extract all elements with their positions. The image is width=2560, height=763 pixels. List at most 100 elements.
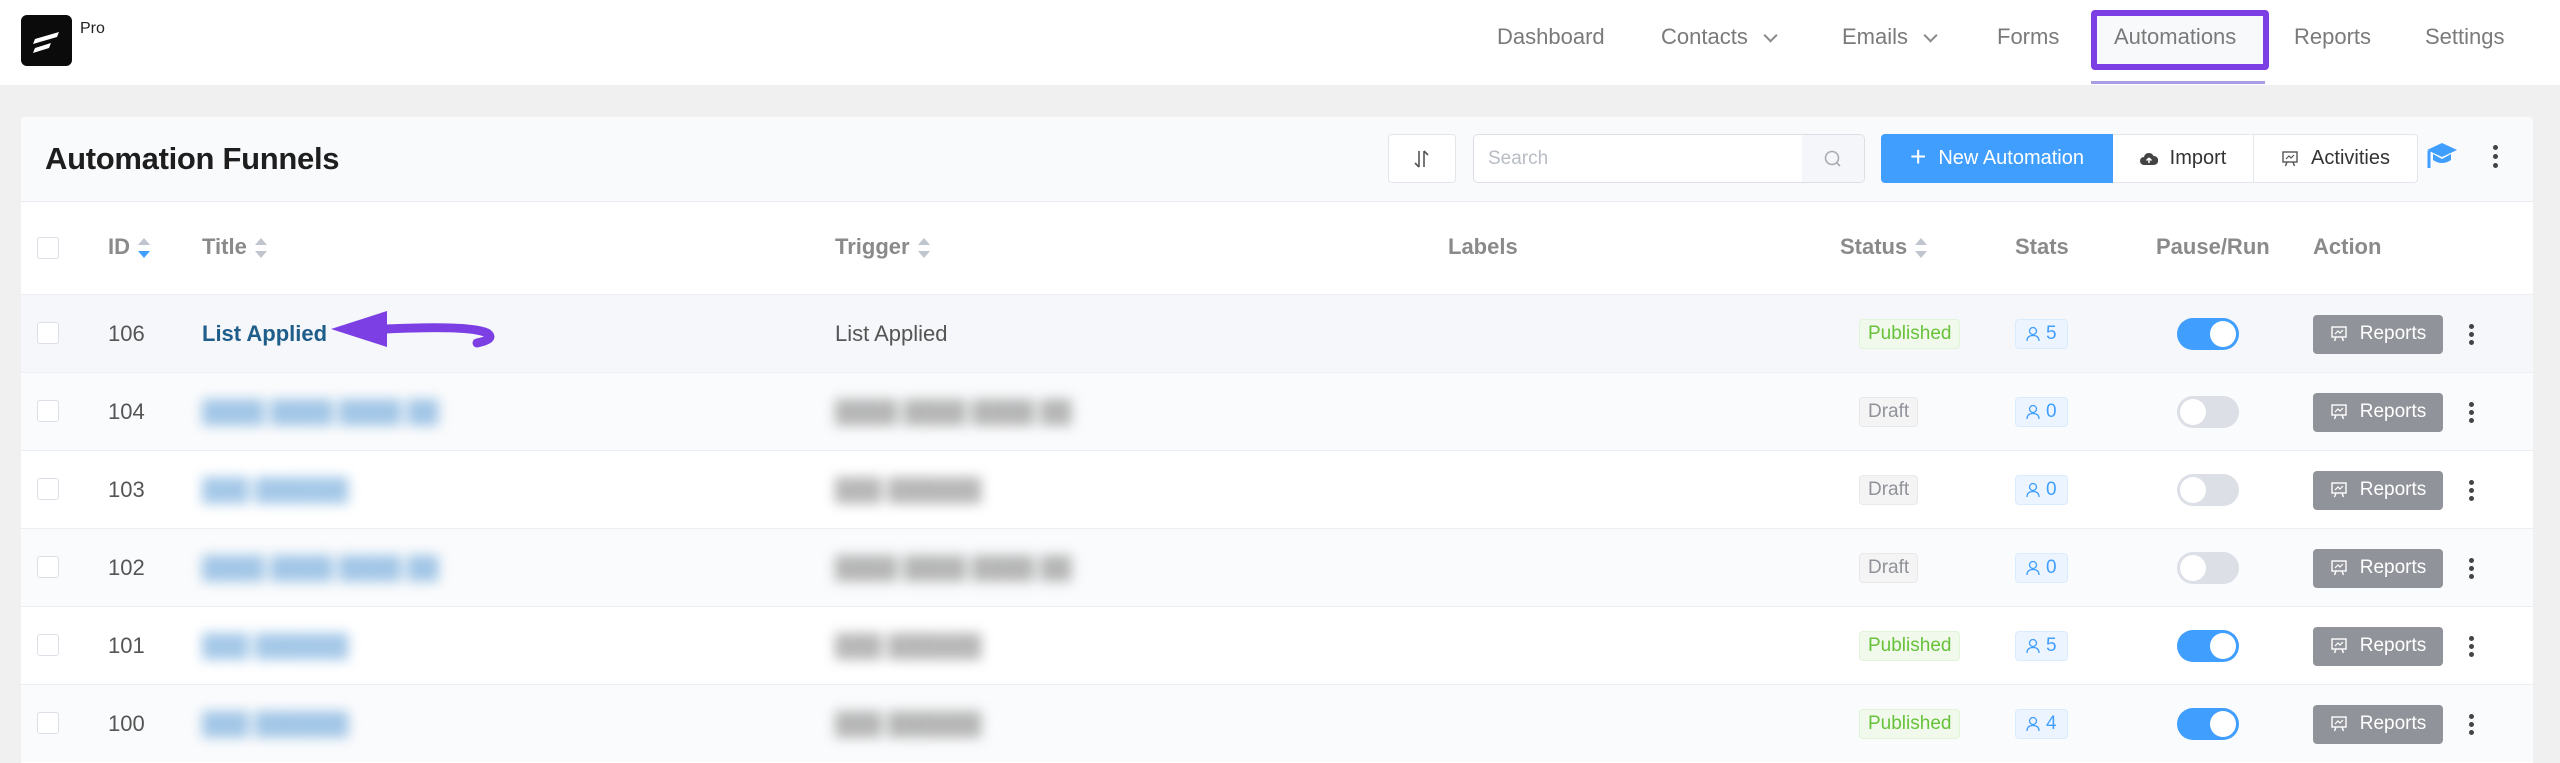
toggle-knob	[2180, 477, 2206, 503]
automation-funnels-panel: Automation Funnels + New Automation	[21, 117, 2533, 763]
pause-run-toggle[interactable]	[2177, 630, 2239, 662]
row-checkbox[interactable]	[37, 556, 59, 578]
nav-contacts[interactable]: Contacts	[1661, 24, 1778, 50]
sort-toggle-button[interactable]	[1388, 134, 1456, 183]
user-icon	[2026, 404, 2040, 420]
row-title-link[interactable]: ████ ████ ████ ██	[202, 555, 439, 581]
search-input[interactable]	[1474, 135, 1806, 182]
row-id: 100	[108, 711, 145, 736]
dot	[2492, 154, 2498, 159]
dot	[2468, 729, 2474, 735]
row-more-options-button[interactable]	[2467, 401, 2475, 423]
nav-automations[interactable]: Automations	[2114, 24, 2236, 50]
row-checkbox[interactable]	[37, 478, 59, 500]
pause-run-toggle[interactable]	[2177, 708, 2239, 740]
reports-button[interactable]: Reports	[2313, 626, 2443, 666]
stats-badge[interactable]: 5	[2015, 319, 2068, 349]
search-icon	[1824, 150, 1841, 167]
row-trigger: ███ ██████	[835, 711, 982, 736]
row-more-options-button[interactable]	[2467, 323, 2475, 345]
stats-badge[interactable]: 0	[2015, 475, 2068, 505]
row-title-link[interactable]: ███ ██████	[202, 477, 348, 503]
search-box	[1473, 134, 1865, 183]
reports-button[interactable]: Reports	[2313, 704, 2443, 744]
row-more-options-button[interactable]	[2467, 635, 2475, 657]
app-logo[interactable]	[21, 15, 72, 66]
reports-button[interactable]: Reports	[2313, 548, 2443, 588]
status-badge: Draft	[1859, 475, 1919, 505]
row-id: 102	[108, 555, 145, 580]
stats-badge[interactable]: 5	[2015, 631, 2068, 661]
row-trigger: ████ ████ ████ ██	[835, 555, 1072, 580]
table-row: 101 ███ ██████ ███ ██████ Published 5 Re…	[21, 606, 2533, 684]
logo-icon	[33, 32, 59, 53]
cloud-upload-icon	[2139, 152, 2158, 165]
dot	[2492, 145, 2498, 150]
row-checkbox[interactable]	[37, 400, 59, 422]
plus-icon: +	[1910, 141, 1927, 172]
pause-run-toggle[interactable]	[2177, 474, 2239, 506]
search-button[interactable]	[1802, 135, 1864, 182]
dot	[2468, 323, 2474, 329]
dot	[2468, 713, 2474, 719]
dot	[2468, 479, 2474, 485]
dot	[2468, 487, 2474, 493]
column-action: Action	[2313, 234, 2382, 259]
table-row: 103 ███ ██████ ███ ██████ Draft 0 Report…	[21, 450, 2533, 528]
header-actions: + New Automation Import Activities	[1881, 134, 2418, 183]
row-checkbox[interactable]	[37, 712, 59, 734]
sort-arrows-icon	[1414, 149, 1429, 168]
row-title-link[interactable]: ███ ██████	[202, 633, 348, 659]
row-title-link[interactable]: ███ ██████	[202, 711, 348, 737]
nav-settings[interactable]: Settings	[2425, 24, 2505, 50]
nav-emails[interactable]: Emails	[1842, 24, 1938, 50]
presentation-chart-icon	[2331, 326, 2347, 342]
stats-badge[interactable]: 4	[2015, 709, 2068, 739]
dot	[2468, 401, 2474, 407]
dot	[2468, 643, 2474, 649]
reports-button[interactable]: Reports	[2313, 392, 2443, 432]
new-automation-button[interactable]: + New Automation	[1881, 134, 2113, 183]
user-icon	[2026, 638, 2040, 654]
row-more-options-button[interactable]	[2467, 557, 2475, 579]
row-more-options-button[interactable]	[2467, 713, 2475, 735]
column-id[interactable]: ID	[108, 234, 150, 260]
status-badge: Draft	[1859, 553, 1919, 583]
import-button[interactable]: Import	[2113, 134, 2254, 183]
panel-header: Automation Funnels + New Automation	[21, 117, 2533, 202]
tutorial-button[interactable]	[2425, 141, 2459, 176]
plan-badge: Pro	[80, 20, 105, 37]
presentation-chart-icon	[2331, 560, 2347, 576]
row-id: 103	[108, 477, 145, 502]
row-trigger: List Applied	[835, 321, 948, 346]
nav-forms[interactable]: Forms	[1997, 24, 2059, 50]
row-more-options-button[interactable]	[2467, 479, 2475, 501]
column-status[interactable]: Status	[1840, 234, 1928, 260]
sort-icon	[254, 238, 267, 259]
stats-badge[interactable]: 0	[2015, 553, 2068, 583]
nav-reports[interactable]: Reports	[2294, 24, 2371, 50]
column-title[interactable]: Title	[202, 234, 267, 260]
chevron-down-icon	[1923, 28, 1938, 43]
row-checkbox[interactable]	[37, 634, 59, 656]
pause-run-toggle[interactable]	[2177, 396, 2239, 428]
toggle-knob	[2210, 711, 2236, 737]
stats-badge[interactable]: 0	[2015, 397, 2068, 427]
dot	[2468, 331, 2474, 337]
dot	[2468, 339, 2474, 345]
row-title-link[interactable]: List Applied	[202, 321, 327, 347]
row-checkbox[interactable]	[37, 322, 59, 344]
reports-button[interactable]: Reports	[2313, 470, 2443, 510]
pause-run-toggle[interactable]	[2177, 552, 2239, 584]
nav-dashboard[interactable]: Dashboard	[1497, 24, 1605, 50]
row-title-link[interactable]: ████ ████ ████ ██	[202, 399, 439, 425]
reports-button[interactable]: Reports	[2313, 314, 2443, 354]
more-options-button[interactable]	[2491, 145, 2499, 168]
dot	[2468, 495, 2474, 501]
activities-button[interactable]: Activities	[2254, 134, 2418, 183]
select-all-checkbox[interactable]	[37, 237, 59, 259]
dot	[2468, 635, 2474, 641]
column-trigger[interactable]: Trigger	[835, 234, 930, 260]
presentation-chart-icon	[2331, 638, 2347, 654]
pause-run-toggle[interactable]	[2177, 318, 2239, 350]
